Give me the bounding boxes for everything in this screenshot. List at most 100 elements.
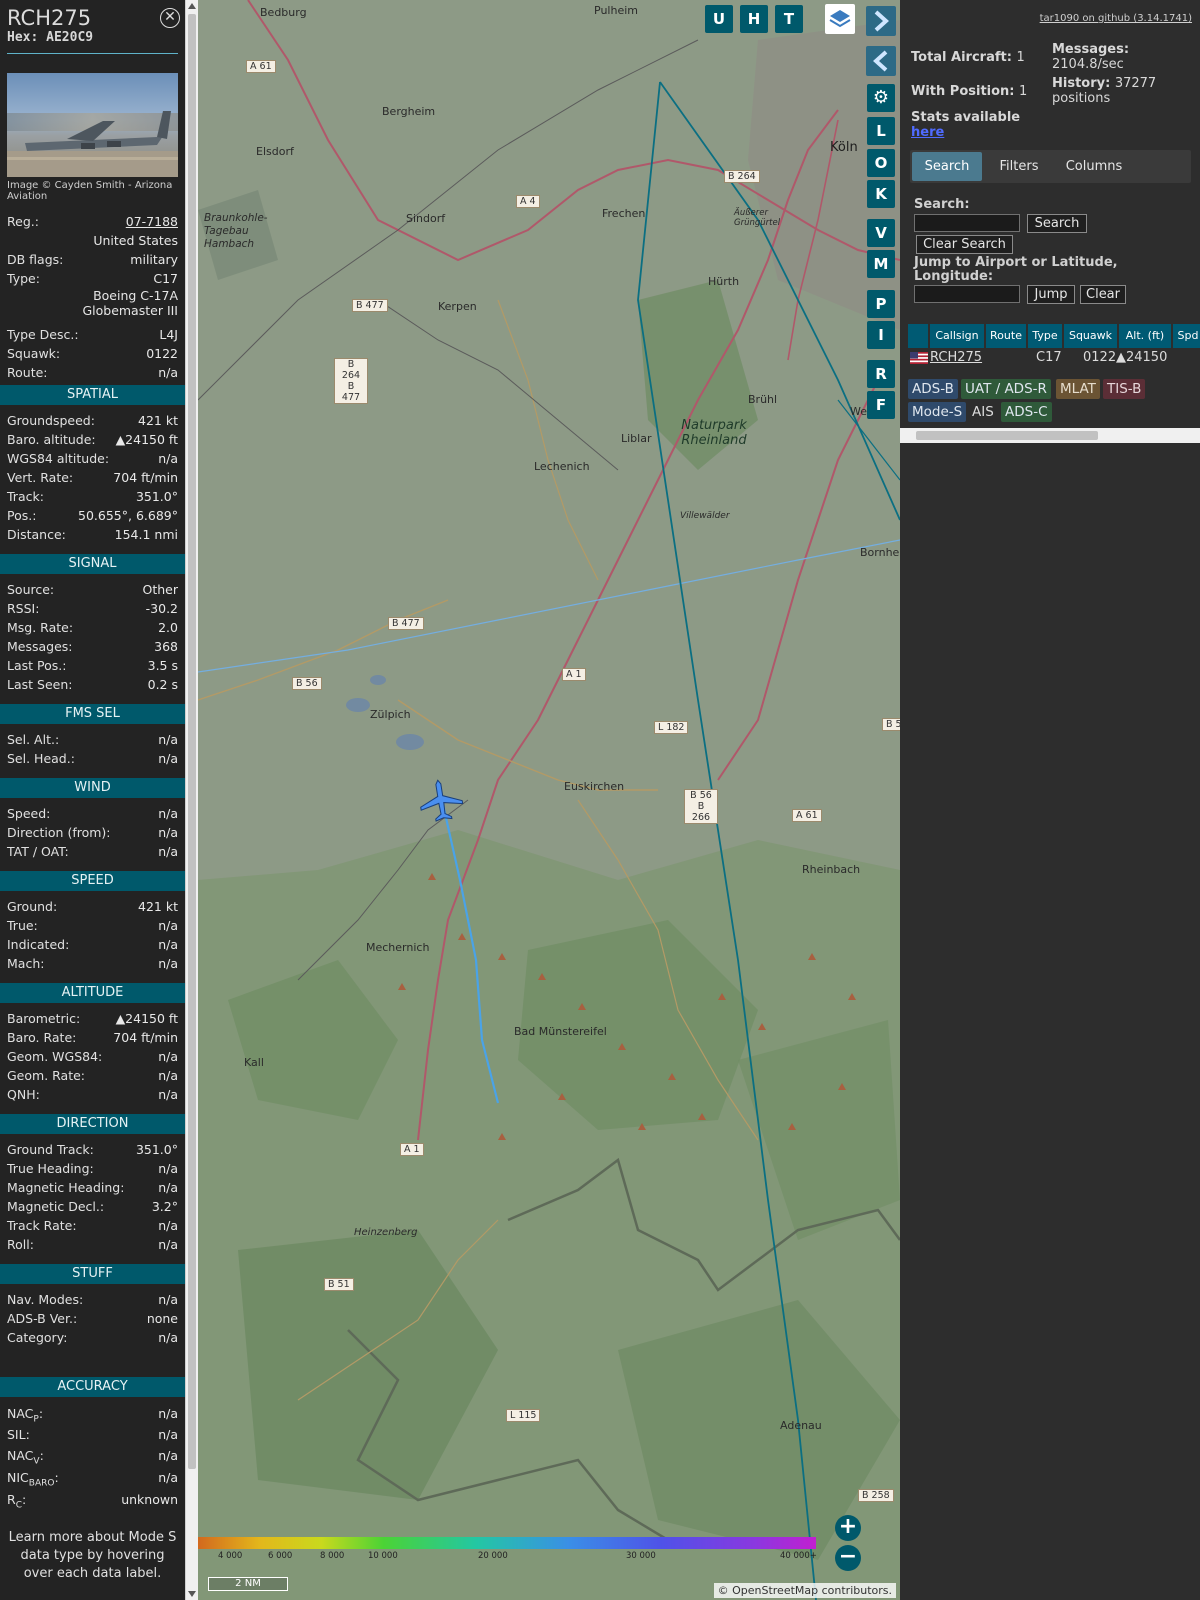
signal-value: 2.0 [158,620,178,635]
col-flag[interactable] [908,324,928,348]
direction-row: True Heading: n/a [0,1159,185,1178]
stuff-list: Nav. Modes: n/a ADS-B Ver.: none Category: n/… [0,1290,185,1354]
stuff-row: ADS-B Ver.: none [0,1309,185,1328]
chevron-left-icon[interactable] [866,46,896,76]
tab-columns[interactable]: Columns [1056,152,1132,181]
nacp-sub: P [33,1414,39,1425]
sidebar-panel: tar1090 on github (3.14.1741) Total Airc… [900,0,1200,1600]
messages-value: 2104.8/sec [1052,57,1124,72]
map-button-p[interactable]: P [867,290,895,318]
spatial-value: ▲24150 ft [115,432,178,447]
col-squawk[interactable]: Squawk [1064,324,1117,348]
spatial-value: 351.0° [135,489,178,504]
colorbar-tick-6000: 6 000 [268,1551,293,1561]
map-button-v[interactable]: V [867,219,895,247]
map-view[interactable]: Bedburg Pulheim Bergheim Elsdorf Sindorf… [198,0,900,1600]
map-button-r[interactable]: R [867,360,895,388]
col-spd[interactable]: Spd [1173,324,1200,348]
wind-row: Speed: n/a [0,804,185,823]
table-horizontal-scrollbar[interactable] [900,428,1200,443]
wind-label: Direction (from): [7,825,111,840]
zoom-in-button[interactable]: + [835,1515,861,1541]
close-icon[interactable]: ✕ [160,8,180,28]
github-link[interactable]: tar1090 on github (3.14.1741) [1040,13,1192,24]
legend-mlat[interactable]: MLAT [1056,379,1100,399]
table-row[interactable]: RCH275 C17 0122 ▲24150 [908,348,1200,367]
chevron-right-icon[interactable] [866,6,896,36]
altitude-colorbar [198,1537,816,1549]
legend-modes[interactable]: Mode-S [908,402,967,422]
jump-input[interactable] [914,285,1020,303]
legend-adsb[interactable]: ADS-B [908,379,958,399]
map-button-f[interactable]: F [867,391,895,419]
legend-tisb[interactable]: TIS-B [1103,379,1146,399]
col-alt[interactable]: Alt. (ft) [1119,324,1171,348]
jump-button[interactable]: Jump [1027,285,1075,304]
aircraft-plane-icon[interactable] [418,778,464,824]
spatial-row: Vert. Rate: 704 ft/min [0,468,185,487]
map-button-h[interactable]: H [740,5,768,33]
map-button-u[interactable]: U [705,5,733,33]
col-type[interactable]: Type [1028,324,1062,348]
fms-row: Sel. Head.: n/a [0,749,185,768]
map-button-t[interactable]: T [775,5,803,33]
speed-row: Indicated: n/a [0,935,185,954]
reg-row: Reg.: 07-7188 [0,212,185,231]
layers-icon[interactable] [825,4,855,34]
altitude-row: Barometric: ▲24150 ft [0,1009,185,1028]
map-button-l[interactable]: L [867,117,895,145]
stuff-label: Category: [7,1330,68,1345]
altitude-label: Geom. WGS84: [7,1049,103,1064]
spatial-label: Pos.: [7,508,37,523]
legend-adsc[interactable]: ADS-C [1001,402,1052,422]
map-attribution[interactable]: © OpenStreetMap contributors. [713,1583,896,1598]
row-callsign[interactable]: RCH275 [930,350,982,365]
typedesc-label: Type Desc.: [7,327,79,342]
wind-row: TAT / OAT: n/a [0,842,185,861]
col-route[interactable]: Route [986,324,1026,348]
col-callsign[interactable]: Callsign [930,324,984,348]
map-button-i[interactable]: I [867,321,895,349]
jump-label: Jump to Airport or Latitude, Longitude: [914,255,1118,284]
info-panel-scrollbar[interactable] [185,0,198,1600]
road-a1-low: A 1 [400,1143,424,1156]
speed-value: n/a [158,918,178,933]
nacp-row: NACP: n/a [0,1403,185,1425]
colorbar-tick-20000: 20 000 [478,1551,508,1561]
tab-filters[interactable]: Filters [988,152,1050,181]
direction-value: 351.0° [135,1142,178,1157]
colorbar-tick-4000: 4 000 [218,1551,243,1561]
map-button-o[interactable]: O [867,149,895,177]
direction-value: 3.2° [151,1199,178,1214]
search-input[interactable] [914,214,1020,232]
with-position-stat: With Position: 1 [911,84,1027,99]
country-row: United States [0,231,185,250]
nicbaro-sub: BARO [28,1478,55,1489]
speed-label: Mach: [7,956,45,971]
zoom-out-button[interactable]: − [835,1545,861,1571]
legend-uat[interactable]: UAT / ADS-R [961,379,1051,399]
spatial-row: Track: 351.0° [0,487,185,506]
type-label: Type: [7,271,40,286]
altitude-value: ▲24150 ft [115,1011,178,1026]
map-button-k[interactable]: K [867,180,895,208]
clear-button[interactable]: Clear [1080,285,1126,304]
clear-search-button[interactable]: Clear Search [916,235,1013,254]
reg-link[interactable]: 07-7188 [126,212,178,231]
dbflags-label: DB flags: [7,252,64,267]
stats-here-link[interactable]: here [911,125,944,140]
legend-ais[interactable]: AIS [968,402,998,422]
section-speed: SPEED [0,871,185,891]
spatial-row: Distance: 154.1 nmi [0,525,185,544]
gear-icon[interactable]: ⚙ [867,84,895,112]
rc-value: unknown [121,1492,178,1507]
aircraft-photo[interactable] [7,73,178,177]
place-kall: Kall [244,1056,264,1069]
nacp-label: NACP: [7,1406,44,1425]
altitude-row: QNH: n/a [0,1085,185,1104]
search-button[interactable]: Search [1027,214,1087,233]
tab-search[interactable]: Search [912,152,982,181]
map-button-m[interactable]: M [867,250,895,278]
speed-list: Ground: 421 kt True: n/a Indicated: n/a Mach: n… [0,897,185,980]
road-b477-a: B 477 [352,299,388,312]
